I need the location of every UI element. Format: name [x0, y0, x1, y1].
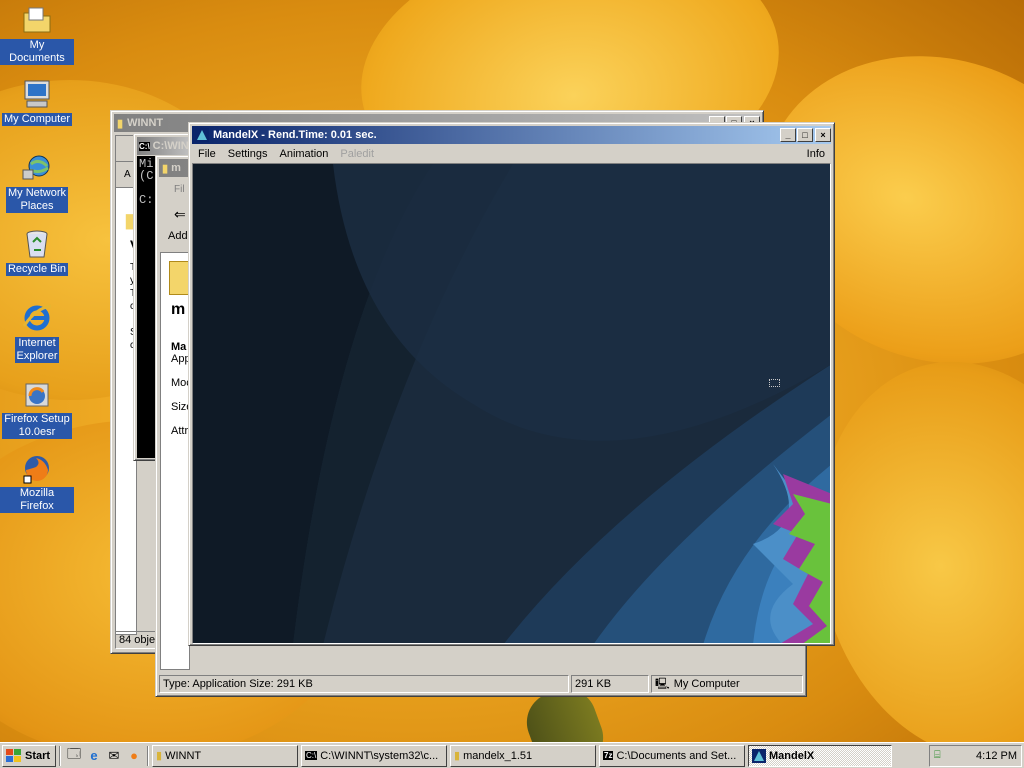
zoom-selection-marker[interactable]	[769, 379, 780, 387]
cmd-icon: C:\	[139, 141, 150, 151]
desktop-icon-internet-explorer[interactable]: Internet Explorer	[0, 302, 74, 363]
desktop-icon-label: Firefox Setup 10.0esr	[2, 413, 72, 439]
menu-settings[interactable]: Settings	[222, 148, 274, 160]
computer-icon	[21, 78, 53, 110]
firefox-icon	[21, 452, 53, 484]
clock[interactable]: 4:12 PM	[976, 750, 1017, 762]
internet-explorer-icon	[21, 302, 53, 334]
mandelx-folder-pane: m Ma App Moc Size Attr	[160, 252, 193, 670]
menu-info[interactable]: Info	[801, 148, 831, 160]
menu-file[interactable]: File	[192, 148, 222, 160]
folder-icon: ▮	[162, 162, 169, 175]
status-type: Type: Application Size: 291 KB	[159, 675, 569, 693]
taskbar: Start 🗔 e ✉ ● ▮ WINNT C:\ C:\WINNT\syste…	[0, 742, 1024, 768]
window-title: WINNT	[127, 117, 164, 129]
start-button[interactable]: Start	[2, 744, 56, 767]
task-7zip[interactable]: 7z C:\Documents and Set...	[599, 744, 745, 767]
maximize-button[interactable]: □	[797, 128, 813, 142]
folder-documents-icon	[21, 4, 53, 36]
desktop-icon-label: My Computer	[1, 113, 73, 126]
window-title: MandelX - Rend.Time: 0.01 sec.	[213, 129, 377, 141]
system-tray: ⌸ 4:12 PM	[929, 744, 1022, 767]
desktop-icon-label: My Network Places	[5, 187, 69, 213]
mandelx-icon	[195, 128, 209, 142]
folder-icon: ▮	[117, 117, 124, 130]
task-cmd[interactable]: C:\ C:\WINNT\system32\c...	[301, 744, 447, 767]
desktop-icon-my-computer[interactable]: My Computer	[0, 78, 74, 126]
fractal-canvas[interactable]	[192, 163, 831, 644]
desktop-icon-recycle-bin[interactable]: Recycle Bin	[0, 228, 74, 276]
desktop-icon-firefox-setup[interactable]: Firefox Setup 10.0esr	[0, 378, 74, 439]
desktop-icon-label: My Documents	[0, 39, 74, 65]
desktop-icon-my-documents[interactable]: My Documents	[0, 4, 74, 65]
task-mandelx[interactable]: MandelX	[748, 744, 892, 767]
status-size: 291 KB	[571, 675, 649, 693]
folder-icon: ▮	[454, 750, 461, 762]
desktop-icon-label: Recycle Bin	[5, 263, 69, 276]
menu-paledit[interactable]: Paledit	[334, 148, 380, 160]
7zip-icon: 7z	[603, 751, 614, 760]
outlook-icon[interactable]: ✉	[104, 746, 124, 766]
network-places-icon	[21, 152, 53, 184]
mandelx-menubar: File Settings Animation Paledit Info	[192, 144, 831, 163]
recycle-bin-icon	[21, 228, 53, 260]
internet-explorer-icon[interactable]: e	[84, 746, 104, 766]
menu-animation[interactable]: Animation	[273, 148, 334, 160]
status-zone: 🖳 My Computer	[651, 675, 803, 693]
desktop-icon-label: Mozilla Firefox	[0, 487, 74, 513]
task-mandelx-folder[interactable]: ▮ mandelx_1.51	[450, 744, 596, 767]
desktop-icon-network-places[interactable]: My Network Places	[0, 152, 74, 213]
desktop-icon-mozilla-firefox[interactable]: Mozilla Firefox	[0, 452, 74, 513]
computer-icon: 🖳	[655, 678, 670, 690]
close-button[interactable]: ×	[815, 128, 831, 142]
desktop-icon-label: Internet Explorer	[14, 337, 60, 363]
firefox-icon[interactable]: ●	[124, 746, 144, 766]
file-menu[interactable]: Fil	[160, 179, 190, 201]
mandelx-icon	[752, 748, 766, 763]
mandelx-window[interactable]: MandelX - Rend.Time: 0.01 sec. _ □ × Fil…	[188, 122, 835, 646]
fractal-image	[193, 164, 830, 643]
firefox-setup-icon	[21, 378, 53, 410]
cmd-icon: C:\	[305, 751, 318, 760]
folder-icon: ▮	[156, 750, 163, 762]
minimize-button[interactable]: _	[780, 128, 796, 142]
mandelx-titlebar[interactable]: MandelX - Rend.Time: 0.01 sec. _ □ ×	[192, 126, 831, 144]
windows-logo-icon	[6, 748, 21, 762]
back-button[interactable]: ⇐	[160, 201, 190, 227]
show-desktop-icon[interactable]: 🗔	[64, 746, 84, 766]
network-tray-icon[interactable]: ⌸	[934, 749, 941, 762]
cmd-titlebar[interactable]: C:\ C:\WIN	[137, 137, 189, 155]
task-winnt[interactable]: ▮ WINNT	[152, 744, 298, 767]
